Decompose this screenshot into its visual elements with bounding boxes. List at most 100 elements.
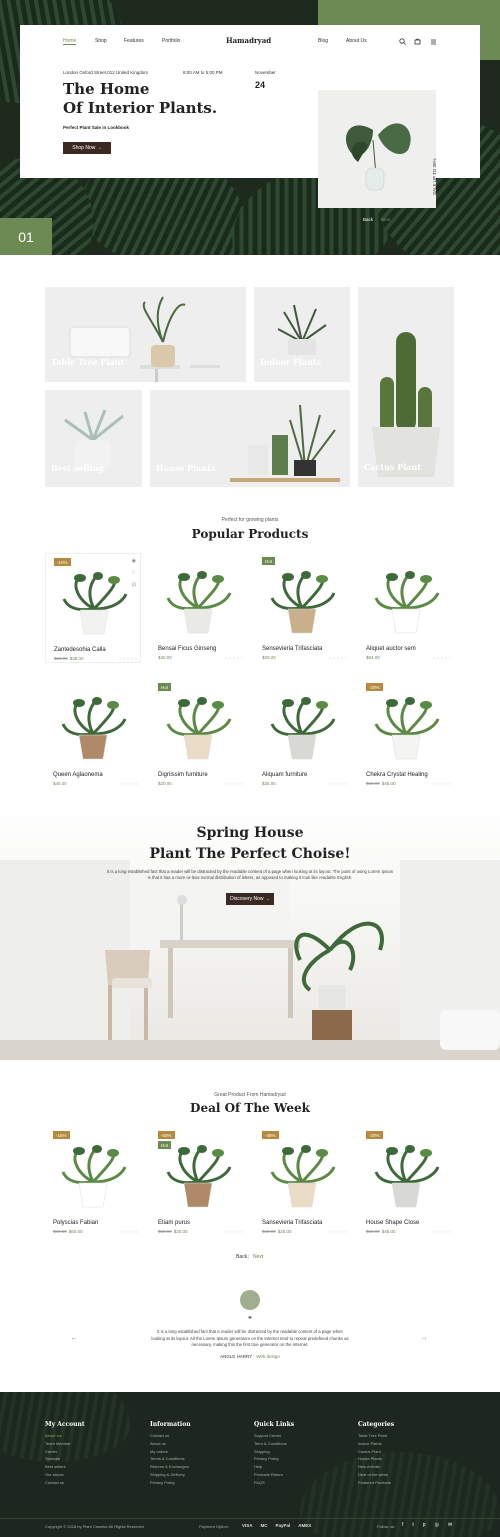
search-icon[interactable] xyxy=(399,38,406,45)
category-count: (50 Items) xyxy=(156,478,175,483)
product-name[interactable]: Queen Aglaonema xyxy=(53,772,103,778)
popular-card[interactable]: -10% Zantedesohia Calla $50.00 $38.00 ☆☆☆☆☆ ◉… xyxy=(45,553,141,663)
heart-icon[interactable]: ♡ xyxy=(132,570,136,576)
menu-icon[interactable] xyxy=(430,38,437,45)
footer-link[interactable]: Products Return xyxy=(254,1472,283,1477)
footer-link[interactable]: My orders xyxy=(150,1449,168,1454)
product-image[interactable] xyxy=(358,553,454,645)
footer-link[interactable]: Specials xyxy=(45,1456,60,1461)
logo[interactable]: Hamadryad xyxy=(226,36,271,45)
deal-back-link[interactable]: Back xyxy=(236,1254,247,1260)
footer-link[interactable]: Support Center xyxy=(254,1433,281,1438)
footer-link[interactable]: Terms & Conditions xyxy=(150,1456,185,1461)
prev-arrow-icon[interactable]: ← xyxy=(70,1333,78,1342)
popular-card[interactable]: Queen Aglaonema $40.00 ☆☆☆☆☆ xyxy=(45,679,141,789)
product-image[interactable] xyxy=(45,1127,141,1219)
deal-card[interactable]: -15% Polyscias Fabian $80.00 $60.00 ☆☆☆☆☆ xyxy=(45,1127,141,1237)
twitter-icon[interactable]: t xyxy=(412,1522,413,1528)
footer-link[interactable]: Returns & Exchanges xyxy=(150,1464,189,1469)
product-image[interactable] xyxy=(254,1127,350,1219)
instagram-icon[interactable]: ◎ xyxy=(435,1522,439,1528)
footer-link[interactable]: New Arrivals xyxy=(358,1464,380,1469)
footer-link[interactable]: Indoor Plants xyxy=(358,1441,382,1446)
nav-blog[interactable]: Blog xyxy=(318,38,328,44)
shop-now-button[interactable]: Shop Now → xyxy=(63,142,111,154)
product-name[interactable]: Aliquam furniture xyxy=(262,772,307,778)
footer-link[interactable]: Contact us xyxy=(150,1433,169,1438)
next-arrow-icon[interactable]: → xyxy=(420,1333,428,1342)
deal-card[interactable]: -45% Sansevieria Trifasciata $40.00 $25.00 ☆… xyxy=(254,1127,350,1237)
cart-add-icon[interactable]: ⊡ xyxy=(132,582,136,588)
category-house[interactable]: House Plants (50 Items) xyxy=(150,390,350,487)
product-name[interactable]: Sensevieria Trifasciata xyxy=(262,646,322,652)
product-image[interactable] xyxy=(45,679,141,771)
footer-link[interactable]: Cactus Plant xyxy=(358,1449,381,1454)
discovery-now-button[interactable]: Discovery Now → xyxy=(226,893,274,905)
category-best-selling[interactable]: Best selling (55 Items) xyxy=(45,390,142,487)
product-name[interactable]: Dignissim furniture xyxy=(158,772,208,778)
testimonial-text: It is a long established fact that a rea… xyxy=(151,1329,349,1348)
product-name[interactable]: Etiam purus xyxy=(158,1220,190,1226)
product-image[interactable] xyxy=(358,1127,454,1219)
product-image[interactable] xyxy=(150,679,246,771)
product-name[interactable]: Polyscias Fabian xyxy=(53,1220,98,1226)
product-price-line: $84.00 xyxy=(366,655,380,660)
popular-card[interactable]: -20% Chekra Crystal Healing $55.00 $45.00 ☆☆… xyxy=(358,679,454,789)
nav-features[interactable]: Features xyxy=(124,38,144,44)
category-table-tree[interactable]: Table Tree Plant (50 Items) xyxy=(45,287,246,382)
footer-link[interactable]: Privacy Policy xyxy=(254,1456,279,1461)
product-price-line: $55.00 $45.00 xyxy=(366,1229,396,1234)
hero-next-link[interactable]: Next xyxy=(381,217,390,222)
popular-card[interactable]: Hot Dignissim furniture $20.00 ☆☆☆☆☆ xyxy=(150,679,246,789)
footer-link[interactable]: House Plants xyxy=(358,1456,382,1461)
popular-card[interactable]: Aliquam furniture $35.00 ☆☆☆☆☆ xyxy=(254,679,350,789)
footer-link[interactable]: Help xyxy=(254,1464,262,1469)
product-name[interactable]: Chekra Crystal Healing xyxy=(366,772,428,778)
footer-link[interactable]: Our stores xyxy=(45,1472,64,1477)
cart-icon[interactable] xyxy=(414,38,421,45)
deal-title: Deal Of The Week xyxy=(190,1101,310,1115)
footer-link[interactable]: Featured Products xyxy=(358,1480,391,1485)
product-price: $84.00 xyxy=(366,655,380,660)
nav-shop[interactable]: Shop xyxy=(95,38,107,44)
product-name[interactable]: Zantedesohia Calla xyxy=(54,647,106,653)
product-name[interactable]: House Shape Close xyxy=(366,1220,419,1226)
hero-back-link[interactable]: Back xyxy=(363,217,373,222)
category-indoor[interactable]: Indoor Plants (75 Items) xyxy=(254,287,350,382)
facebook-icon[interactable]: f xyxy=(402,1522,403,1528)
nav-about[interactable]: About Us xyxy=(346,38,367,44)
footer-link[interactable]: Contact us xyxy=(45,1480,64,1485)
product-name[interactable]: Aliquet auctor sem xyxy=(366,646,416,652)
footer-link[interactable]: Deal of the week xyxy=(358,1472,388,1477)
nav-portfolio[interactable]: Portfolio xyxy=(162,38,180,44)
product-name[interactable]: Bensai Ficus Ginseng xyxy=(158,646,216,652)
pinterest-icon[interactable]: p xyxy=(423,1522,426,1528)
deal-card[interactable]: -50% Hot Etiam purus $50.00 $30.00 ☆☆☆☆☆ xyxy=(150,1127,246,1237)
footer-link[interactable]: Best sellers xyxy=(45,1464,66,1469)
product-name[interactable]: Sansevieria Trifasciata xyxy=(262,1220,322,1226)
product-image[interactable] xyxy=(46,554,142,646)
product-image[interactable] xyxy=(150,553,246,645)
product-image[interactable] xyxy=(254,553,350,645)
footer-link[interactable]: Shipping & Delivery xyxy=(150,1472,185,1477)
popular-card[interactable]: Aliquet auctor sem $84.00 ☆☆☆☆☆ xyxy=(358,553,454,663)
footer-link[interactable]: About Us xyxy=(45,1433,61,1438)
popular-card[interactable]: Hot Sensevieria Trifasciata $20.00 ☆☆☆☆☆ xyxy=(254,553,350,663)
footer-link[interactable]: Shipping xyxy=(254,1449,270,1454)
footer-link[interactable]: FAQS xyxy=(254,1480,265,1485)
footer-link[interactable]: Career xyxy=(45,1449,57,1454)
category-cactus[interactable]: Cactus Plant (40 Items) xyxy=(358,287,454,487)
nav-home[interactable]: Home xyxy=(63,38,77,45)
footer-link[interactable]: Team Member xyxy=(45,1441,71,1446)
eye-icon[interactable]: ◉ xyxy=(132,558,136,564)
popular-card[interactable]: Bensai Ficus Ginseng $40.00 ☆☆☆☆☆ xyxy=(150,553,246,663)
footer-link[interactable]: Privacy Policy xyxy=(150,1480,175,1485)
footer-link[interactable]: Term & Conditions xyxy=(254,1441,287,1446)
product-image[interactable] xyxy=(254,679,350,771)
product-image[interactable] xyxy=(358,679,454,771)
email-icon[interactable]: ✉ xyxy=(448,1522,452,1528)
footer-link[interactable]: Table Tree Plant xyxy=(358,1433,387,1438)
deal-card[interactable]: -20% House Shape Close $55.00 $45.00 ☆☆☆☆☆ xyxy=(358,1127,454,1237)
footer-link[interactable]: About us xyxy=(150,1441,166,1446)
deal-next-link[interactable]: Next xyxy=(253,1254,263,1260)
